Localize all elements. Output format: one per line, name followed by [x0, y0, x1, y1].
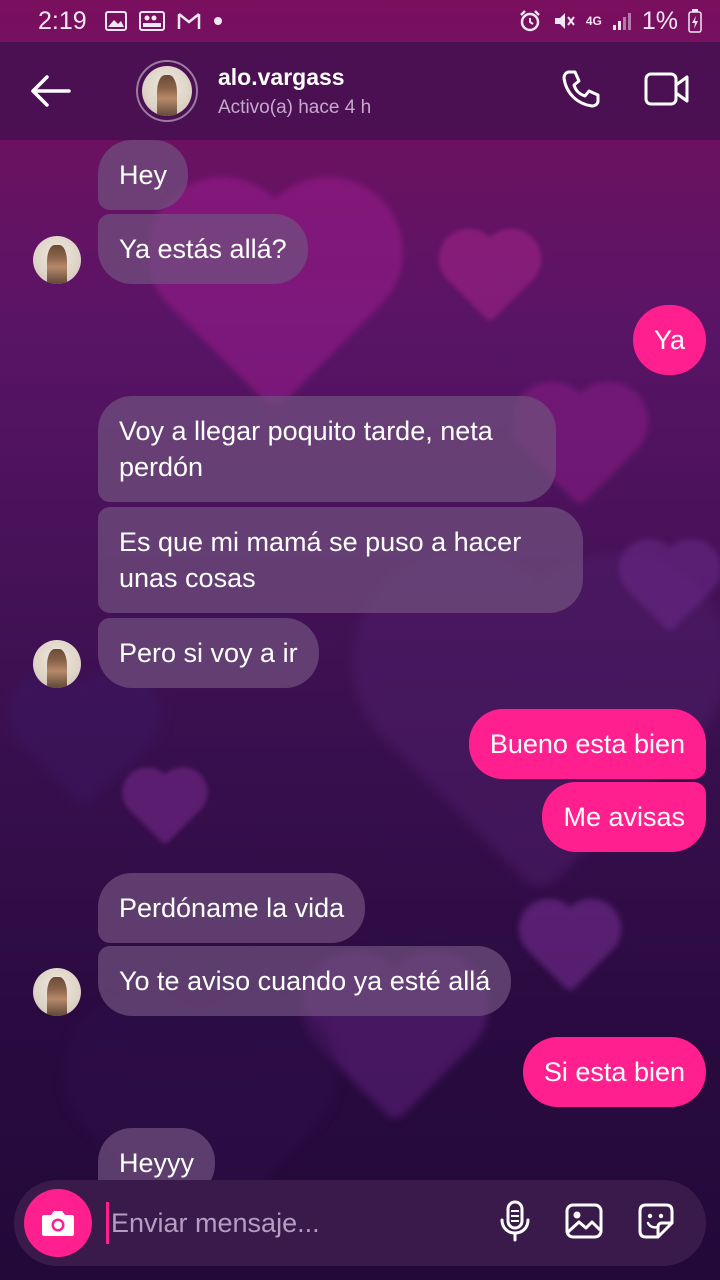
gallery-icon [138, 11, 165, 31]
message-outgoing[interactable]: Si esta bien [522, 1037, 706, 1107]
chat-header: alo.vargass Activo(a) hace 4 h [0, 42, 720, 140]
message-composer [14, 1180, 706, 1266]
message-incoming[interactable]: Perdóname la vida [98, 873, 366, 943]
camera-icon [42, 1211, 74, 1236]
message-incoming[interactable]: Heyyy [98, 1128, 216, 1180]
message-list[interactable]: Hey Ya estás allá? Ya Voy a llegar poqui… [0, 140, 720, 1180]
alarm-icon [518, 9, 542, 33]
back-arrow-icon [31, 75, 71, 107]
sender-avatar[interactable] [33, 236, 81, 284]
dot-icon [213, 16, 223, 26]
gmail-icon [177, 11, 201, 31]
back-button[interactable] [20, 61, 80, 121]
message-outgoing[interactable]: Ya [632, 305, 706, 375]
status-bar: 2:19 4G 1% [0, 0, 720, 42]
message-input[interactable] [111, 1198, 471, 1248]
microphone-icon[interactable] [498, 1200, 532, 1247]
message-outgoing[interactable]: Bueno esta bien [468, 709, 706, 779]
message-incoming[interactable]: Voy a llegar poquito tarde, neta perdón [98, 396, 556, 502]
contact-info[interactable]: alo.vargass Activo(a) hace 4 h [218, 64, 371, 119]
signal-icon [612, 11, 632, 31]
message-outgoing[interactable]: Me avisas [542, 782, 706, 852]
status-time: 2:19 [38, 6, 87, 35]
video-icon[interactable] [644, 71, 690, 112]
battery-icon [688, 9, 702, 33]
image-icon [104, 11, 127, 31]
network-label: 4G [585, 14, 602, 28]
gallery-icon[interactable] [564, 1202, 604, 1245]
message-incoming[interactable]: Pero si voy a ir [98, 618, 319, 688]
message-incoming[interactable]: Ya estás allá? [98, 214, 308, 284]
battery-percent: 1% [641, 6, 678, 35]
text-cursor [106, 1202, 109, 1244]
message-incoming[interactable]: Hey [98, 140, 189, 210]
contact-username: alo.vargass [218, 63, 345, 90]
avatar [142, 66, 192, 116]
sender-avatar[interactable] [33, 968, 81, 1016]
mute-icon [552, 9, 576, 33]
message-incoming[interactable]: Yo te aviso cuando ya esté allá [98, 946, 512, 1016]
contact-status: Activo(a) hace 4 h [218, 96, 372, 118]
sender-avatar[interactable] [33, 640, 81, 688]
header-avatar[interactable] [136, 60, 198, 122]
sticker-icon[interactable] [636, 1201, 676, 1246]
camera-button[interactable] [24, 1189, 92, 1257]
phone-icon[interactable] [560, 68, 602, 115]
message-incoming[interactable]: Es que mi mamá se puso a hacer unas cosa… [98, 507, 583, 613]
